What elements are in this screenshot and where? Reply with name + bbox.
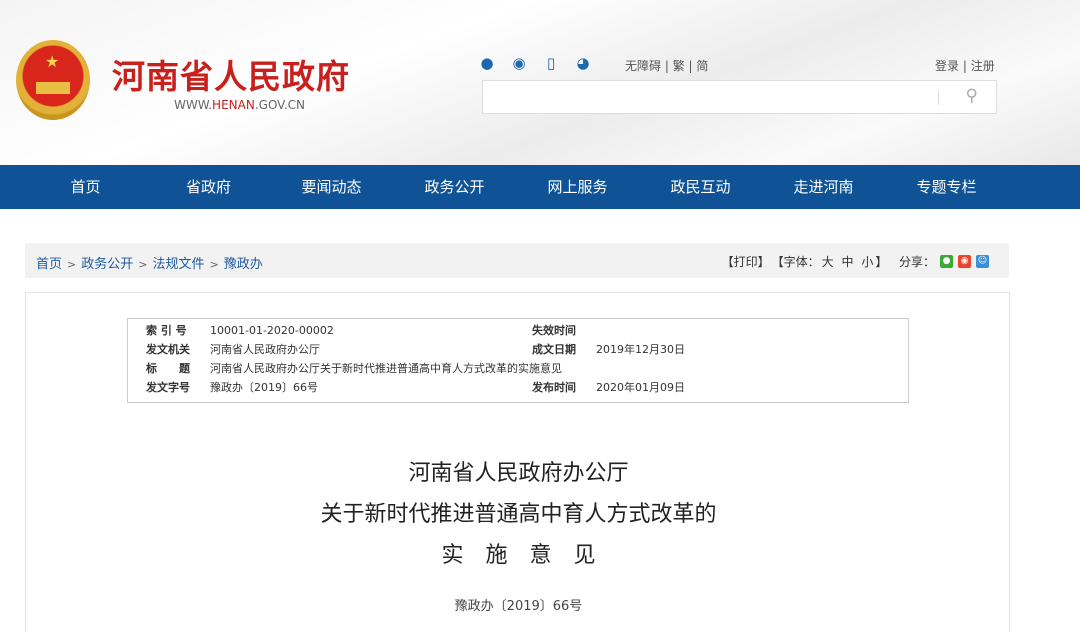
print-button[interactable]: 【打印】 [722, 253, 770, 270]
search-input[interactable]: ⚲ [482, 80, 997, 114]
crumb-gov-affairs[interactable]: 政务公开 [81, 257, 133, 272]
site-title[interactable]: 河南省人民政府 [112, 50, 350, 98]
document-meta-table: 索 引 号 10001-01-2020-00002 失效时间 发文机关 河南省人民政府… [127, 318, 909, 403]
date-label: 成文日期 [532, 343, 576, 356]
login-link[interactable]: 登录 [935, 59, 959, 73]
document-title-line3: 实 施 意 见 [441, 543, 596, 568]
issuer-value: 河南省人民政府办公厅 [210, 343, 320, 356]
nav-online-services[interactable]: 网上服务 [516, 165, 639, 209]
document-title-line2: 关于新时代推进普通高中育人方式改革的 [320, 502, 717, 527]
qq-share-icon[interactable]: ☺ [976, 255, 989, 268]
url-suffix: .GOV.CN [254, 98, 306, 112]
docno-value: 豫政办〔2019〕66号 [210, 381, 318, 394]
index-value: 10001-01-2020-00002 [210, 324, 334, 337]
crumb-regulations[interactable]: 法规文件 [152, 257, 204, 272]
font-small[interactable]: 小 [861, 253, 873, 270]
nav-about-henan[interactable]: 走进河南 [762, 165, 885, 209]
publish-value: 2020年01月09日 [596, 381, 685, 394]
document-title-line1: 河南省人民政府办公厅 [408, 461, 629, 486]
expire-label: 失效时间 [532, 324, 576, 337]
font-medium[interactable]: 中 [841, 253, 853, 270]
font-label: 【字体： [771, 255, 820, 269]
title-label: 标 题 [146, 362, 190, 375]
wechat-share-icon[interactable]: ● [940, 255, 953, 268]
docno-label: 发文字号 [146, 381, 190, 394]
search-icon[interactable]: ⚲ [966, 86, 978, 106]
crumb-yuzhengban[interactable]: 豫政办 [224, 257, 263, 272]
page-tools: 【打印】 【字体： 大 中 小 】 分享： ● ◉ ☺ [722, 253, 989, 270]
title-value: 河南省人民政府办公厅关于新时代推进普通高中育人方式改革的实施意见 [210, 362, 562, 375]
nav-topics[interactable]: 专题专栏 [885, 165, 1008, 209]
index-label: 索 引 号 [146, 324, 187, 337]
article-content: 索 引 号 10001-01-2020-00002 失效时间 发文机关 河南省人民政府… [25, 292, 1010, 632]
crumb-home[interactable]: 首页 [36, 257, 62, 272]
url-prefix: WWW. [174, 98, 213, 112]
nav-gov-affairs[interactable]: 政务公开 [393, 165, 516, 209]
traditional-link[interactable]: 繁 [673, 59, 685, 73]
site-url: WWW.HENAN.GOV.CN [174, 98, 305, 112]
mobile-icon[interactable]: ▯ [542, 54, 560, 72]
share-label: 分享： [898, 255, 935, 269]
font-large[interactable]: 大 [822, 253, 834, 270]
breadcrumb: 首页 > 政务公开 > 法规文件 > 豫政办 [36, 257, 263, 272]
font-end: 】 [875, 255, 888, 269]
nav-home[interactable]: 首页 [24, 165, 147, 209]
nav-provincial-gov[interactable]: 省政府 [147, 165, 270, 209]
breadcrumb-bar: 首页 > 政务公开 > 法规文件 > 豫政办 【打印】 【字体： 大 中 小 】 分享： ●… [25, 243, 1009, 278]
headset-icon[interactable]: ◕ [574, 54, 592, 72]
simplified-link[interactable]: 简 [696, 59, 708, 73]
accessibility-link[interactable]: 无障碍 [625, 59, 661, 73]
register-link[interactable]: 注册 [971, 59, 995, 73]
nav-interaction[interactable]: 政民互动 [639, 165, 762, 209]
weibo-icon[interactable]: ◉ [510, 54, 528, 72]
publish-label: 发布时间 [532, 381, 576, 394]
issuer-label: 发文机关 [146, 343, 190, 356]
weibo-share-icon[interactable]: ◉ [958, 255, 971, 268]
nav-news[interactable]: 要闻动态 [270, 165, 393, 209]
date-value: 2019年12月30日 [596, 343, 685, 356]
document-number: 豫政办〔2019〕66号 [454, 599, 583, 614]
site-header: ★ 河南省人民政府 WWW.HENAN.GOV.CN ● ◉ ▯ ◕ 无障碍 |… [0, 0, 1080, 165]
url-mid: HENAN [212, 98, 255, 112]
national-emblem-logo: ★ [16, 40, 90, 120]
main-nav: 首页 省政府 要闻动态 政务公开 网上服务 政民互动 走进河南 专题专栏 [0, 165, 1080, 209]
wechat-icon[interactable]: ● [478, 54, 496, 72]
